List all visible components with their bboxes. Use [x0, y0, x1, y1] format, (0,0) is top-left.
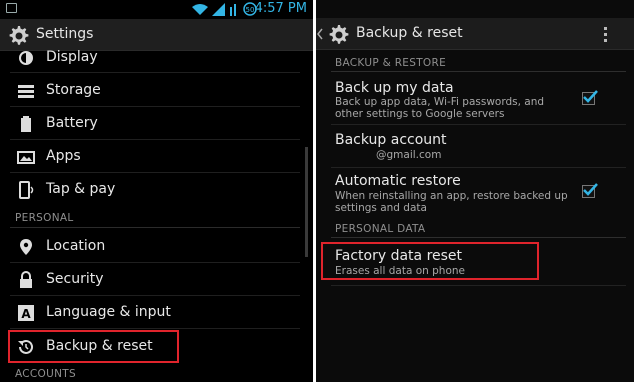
svg-text:A: A — [21, 307, 31, 321]
gear-icon[interactable] — [326, 23, 350, 47]
back-chevron-icon[interactable] — [317, 28, 323, 40]
checkmark-icon — [583, 183, 598, 196]
item-label: Storage — [46, 82, 101, 98]
backup-action-bar: Backup & reset — [316, 18, 634, 50]
item-label: Security — [46, 271, 104, 287]
auto-restore-subtitle: When reinstalling an app, restore backed… — [335, 190, 568, 214]
data-icon — [230, 3, 236, 16]
highlight-box-backup-reset — [8, 330, 179, 363]
sidebar-item-tap-pay[interactable]: Tap & pay — [0, 173, 300, 206]
divider — [10, 328, 300, 329]
checkmark-icon — [583, 90, 598, 103]
item-label: Apps — [46, 148, 81, 164]
section-header-accounts: ACCOUNTS — [15, 368, 76, 380]
item-label: Language & input — [46, 304, 171, 320]
tap-pay-icon — [19, 181, 34, 199]
item-label: Display — [46, 49, 98, 65]
svg-text:50: 50 — [246, 6, 255, 14]
divider — [10, 72, 300, 73]
wifi-icon — [192, 3, 208, 15]
sidebar-item-display[interactable]: Display — [0, 41, 300, 74]
backup-account-title: Backup account — [335, 132, 447, 148]
section-header-personal: PERSONAL — [15, 212, 74, 224]
divider — [331, 285, 626, 286]
page-title: Settings — [36, 26, 94, 42]
sidebar-item-battery[interactable]: Battery — [0, 107, 300, 140]
section-header-backup-restore: BACKUP & RESTORE — [335, 57, 447, 69]
status-bar: 50 4:57 PM — [0, 0, 313, 19]
sidebar-item-apps[interactable]: Apps — [0, 140, 300, 173]
signal-icon — [212, 2, 225, 16]
scrollbar[interactable] — [305, 147, 308, 257]
section-header-personal-data: PERSONAL DATA — [335, 223, 426, 235]
notification-icon — [6, 3, 17, 13]
backup-data-title: Back up my data — [335, 80, 454, 96]
sidebar-item-language[interactable]: A Language & input — [0, 296, 300, 329]
backup-data-row[interactable]: Back up my data Back up app data, Wi-Fi … — [316, 72, 634, 124]
item-label: Battery — [46, 115, 98, 131]
auto-restore-checkbox[interactable] — [582, 183, 598, 198]
section-divider — [10, 227, 300, 228]
lock-icon — [20, 271, 32, 288]
language-icon: A — [18, 305, 34, 321]
backup-account-email: @gmail.com — [376, 149, 442, 161]
storage-icon — [18, 85, 34, 98]
backup-data-subtitle: Back up app data, Wi-Fi passwords, and o… — [335, 96, 545, 120]
overflow-menu-icon[interactable] — [603, 27, 609, 43]
apps-icon — [17, 151, 35, 164]
backup-account-row[interactable]: Backup account @gmail.com — [316, 125, 634, 167]
battery-icon — [21, 116, 31, 132]
sidebar-item-security[interactable]: Security — [0, 263, 300, 296]
settings-screen: 50 4:57 PM Settings Display Storage Batt… — [0, 0, 313, 382]
sidebar-item-location[interactable]: Location — [0, 230, 300, 263]
page-title: Backup & reset — [356, 25, 463, 41]
display-icon — [19, 51, 33, 65]
status-icons: 50 — [192, 2, 257, 16]
item-label: Location — [46, 238, 106, 254]
sidebar-item-storage[interactable]: Storage — [0, 74, 300, 107]
section-divider — [331, 237, 626, 238]
auto-restore-title: Automatic restore — [335, 173, 461, 189]
clock: 4:57 PM — [254, 1, 307, 16]
backup-data-checkbox[interactable] — [582, 90, 598, 105]
highlight-box-factory-reset — [321, 242, 539, 280]
auto-restore-row[interactable]: Automatic restore When reinstalling an a… — [316, 168, 634, 218]
location-icon — [20, 239, 32, 255]
item-label: Tap & pay — [46, 181, 116, 197]
backup-reset-screen: Backup & reset BACKUP & RESTORE Back up … — [316, 0, 634, 382]
